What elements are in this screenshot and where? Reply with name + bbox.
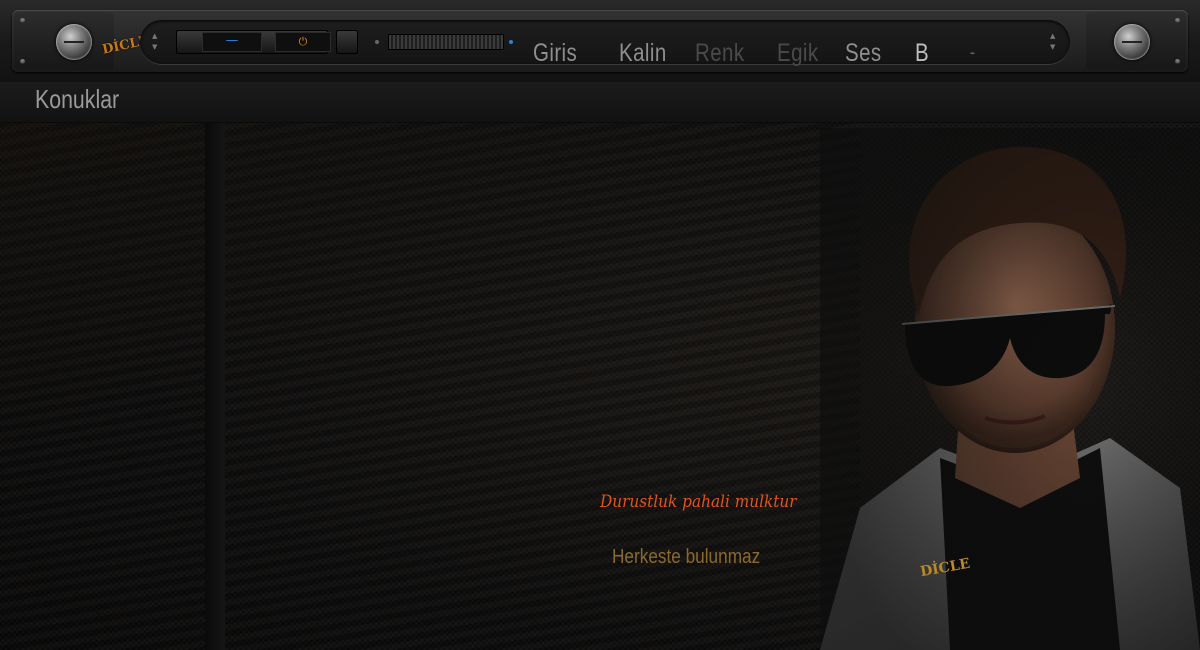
left-panel [14,12,114,70]
menu-dash[interactable]: - [970,42,975,63]
volume-indicator-dot [509,40,513,44]
guests-tab[interactable]: Konuklar [35,84,119,115]
menu-giris[interactable]: Giris [533,39,577,68]
quote-line-2: Herkeste bulunmaz [612,546,761,568]
chat-background: DİCLE ▲ ▼ — ⏻ Giris Kalin Renk Egik Ses B… [0,0,1200,650]
left-knob[interactable] [56,24,92,60]
toolbar-frame: DİCLE ▲ ▼ — ⏻ Giris Kalin Renk Egik Ses B… [12,10,1188,72]
scroll-arrows-icon[interactable]: ▲ ▼ [152,31,157,53]
right-panel [1086,12,1186,70]
portrait-image: DİCLE [820,128,1200,650]
menu-kalin[interactable]: Kalin [619,39,667,68]
player-end-cap [336,30,358,54]
man-with-sunglasses-image [820,128,1200,650]
screw-icon [1175,18,1180,23]
menu-renk[interactable]: Renk [695,39,745,68]
volume-left-dot [375,40,379,44]
screw-icon [1175,59,1180,64]
menu-egik[interactable]: Egik [777,39,819,68]
quote-line-1: Durustluk pahali mulktur [600,492,797,512]
scroll-arrows-icon[interactable]: ▲ ▼ [1050,31,1055,53]
volume-slider[interactable] [388,34,504,50]
screw-icon [20,18,25,23]
control-panel: ▲ ▼ — ⏻ Giris Kalin Renk Egik Ses B - ▲ ▼ [140,20,1070,67]
palm-background [0,122,860,650]
top-toolbar: DİCLE ▲ ▼ — ⏻ Giris Kalin Renk Egik Ses B… [0,0,1200,83]
background-pillar [205,122,225,650]
right-knob[interactable] [1114,24,1150,60]
menu-ses[interactable]: Ses [845,39,882,68]
screw-icon [20,59,25,64]
guests-bar [0,82,1200,123]
minimize-button[interactable]: — [202,32,262,52]
power-button[interactable]: ⏻ [275,32,331,52]
menu-bold[interactable]: B [915,39,929,68]
